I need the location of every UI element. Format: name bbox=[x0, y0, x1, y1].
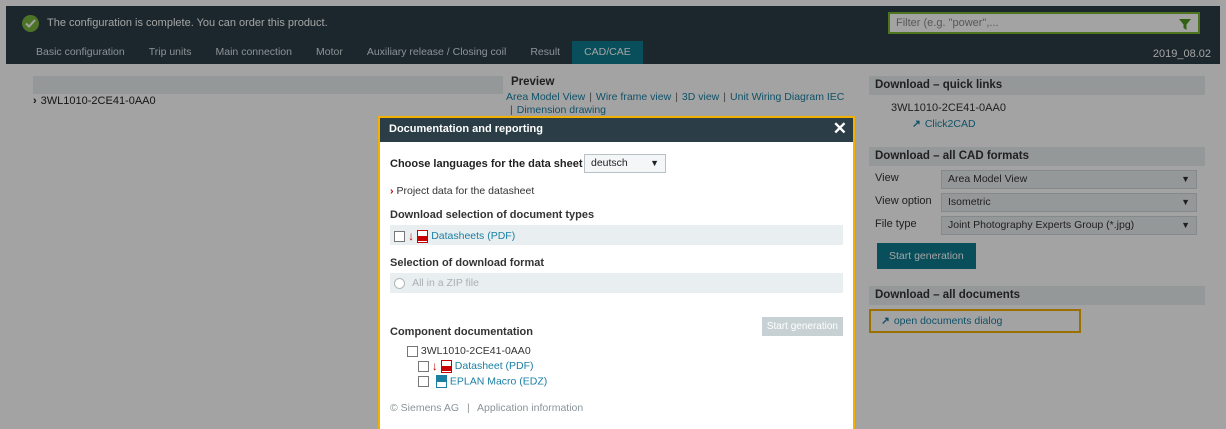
language-select[interactable]: deutsch ▼ bbox=[584, 154, 666, 173]
datasheets-link[interactable]: Datasheets (PDF) bbox=[431, 230, 515, 242]
application-information-link[interactable]: Application information bbox=[477, 402, 583, 414]
start-generation-button-disabled[interactable]: Start generation bbox=[761, 317, 843, 336]
datasheet-checkbox[interactable] bbox=[418, 360, 429, 372]
zip-radio[interactable] bbox=[394, 277, 405, 289]
caret-down-icon: ▼ bbox=[650, 158, 659, 168]
download-arrow-icon: ↓ bbox=[408, 229, 415, 243]
document-types-title: Download selection of document types bbox=[390, 209, 595, 221]
datasheet-link[interactable]: Datasheet (PDF) bbox=[455, 360, 534, 372]
component-eplan-row: EPLAN Macro (EDZ) bbox=[418, 375, 843, 389]
component-checkbox[interactable] bbox=[407, 345, 418, 357]
documentation-dialog: Documentation and reporting ✕ Choose lan… bbox=[378, 116, 855, 429]
zip-option-row: All in a ZIP file bbox=[390, 273, 843, 293]
close-icon[interactable]: ✕ bbox=[833, 120, 847, 138]
footer-company: © Siemens AG bbox=[390, 402, 460, 415]
dialog-header: Documentation and reporting ✕ bbox=[380, 118, 853, 142]
component-datasheet-row: ↓ Datasheet (PDF) bbox=[418, 359, 843, 373]
language-row: Choose languages for the data sheet deut… bbox=[390, 154, 843, 176]
component-product-row: 3WL1010-2CE41-0AA0 bbox=[407, 345, 843, 357]
zip-file-icon bbox=[435, 375, 447, 389]
zip-option-label: All in a ZIP file bbox=[412, 277, 479, 290]
download-format-title: Selection of download format bbox=[390, 257, 545, 269]
pdf-icon bbox=[440, 359, 452, 373]
language-label: Choose languages for the data sheet bbox=[390, 158, 583, 170]
dialog-title: Documentation and reporting bbox=[389, 123, 543, 135]
download-arrow-icon: ↓ bbox=[431, 359, 438, 374]
pdf-icon bbox=[417, 229, 429, 243]
datasheets-row: ↓ Datasheets (PDF) bbox=[390, 225, 843, 245]
project-data-link[interactable]: › Project data for the datasheet bbox=[390, 185, 843, 197]
chevron-right-icon: › bbox=[390, 185, 394, 197]
dialog-body: Choose languages for the data sheet deut… bbox=[380, 154, 853, 414]
eplan-checkbox[interactable] bbox=[418, 376, 429, 388]
eplan-macro-link[interactable]: EPLAN Macro (EDZ) bbox=[450, 376, 547, 388]
dialog-footer: © Siemens AG | Application information bbox=[390, 402, 584, 415]
datasheets-checkbox[interactable] bbox=[394, 230, 405, 242]
